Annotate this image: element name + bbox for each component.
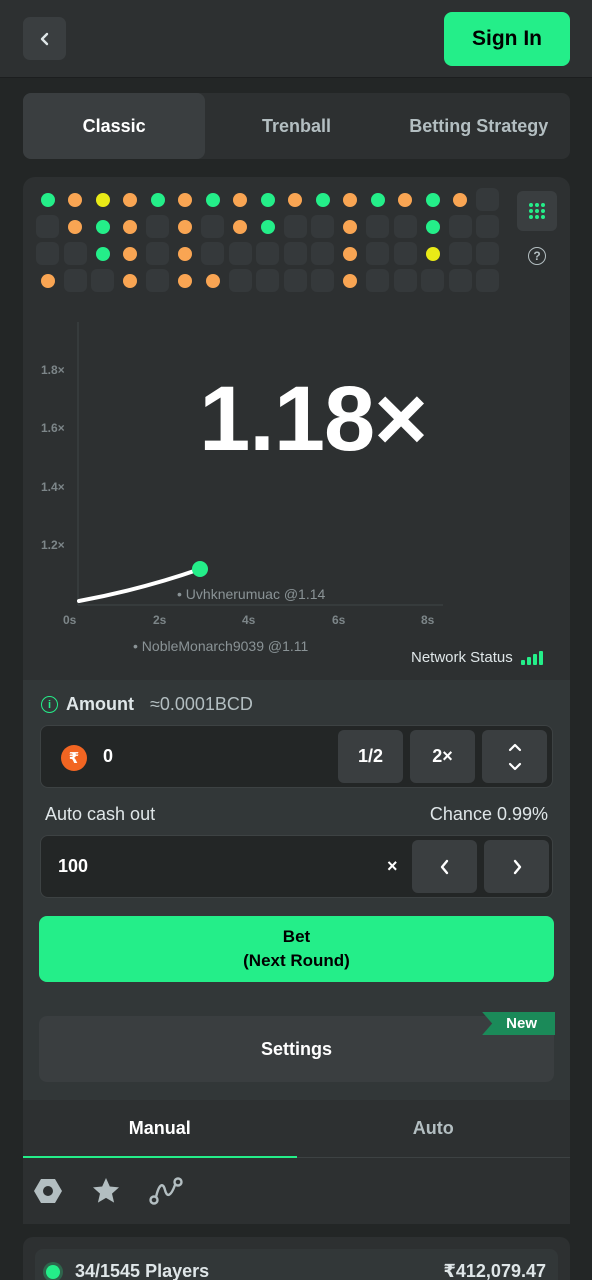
y-tick: 1.8× (41, 363, 65, 377)
hexagon-icon[interactable] (33, 1176, 63, 1206)
info-icon[interactable]: i (41, 696, 58, 713)
decrease-button[interactable] (412, 840, 477, 893)
times-symbol: × (387, 856, 398, 876)
new-badge: New (482, 1012, 555, 1035)
x-tick: 8s (421, 613, 435, 627)
chevron-left-icon (40, 32, 48, 45)
player-cashout-tag: • NobleMonarch9039 @1.11 (133, 638, 309, 654)
double-button[interactable]: 2× (410, 730, 475, 783)
chevron-right-icon (513, 859, 521, 874)
cashout-input[interactable]: 100 (58, 856, 88, 877)
x-tick: 4s (242, 613, 256, 627)
online-dot-icon (46, 1265, 60, 1279)
network-status: Network Status (411, 649, 543, 666)
chevron-left-icon (440, 859, 448, 874)
game-panel: ? 1.8× 1.6× 1.4× 1.2× 0s 2s 4s 6s 8s 1.1… (23, 177, 570, 680)
half-button[interactable]: 1/2 (338, 730, 403, 783)
player-cashout-tag: • Uvhknerumuac @1.14 (177, 586, 326, 602)
chevron-updown-icon (508, 743, 521, 770)
amount-stepper-button[interactable] (482, 730, 547, 783)
bet-button-label: Bet (282, 927, 311, 946)
tab-betting-strategy[interactable]: Betting Strategy (388, 93, 570, 159)
game-tabs: Classic Trenball Betting Strategy (23, 93, 570, 159)
auto-cashout-label: Auto cash out (45, 804, 156, 824)
signal-icon (520, 650, 543, 665)
amount-header: i Amount ≈0.0001BCD (41, 694, 253, 715)
current-multiplier: 1.18× (199, 368, 428, 470)
settings-button[interactable]: Settings New (39, 1012, 555, 1082)
bet-button[interactable]: Bet (Next Round) (39, 916, 554, 982)
increase-button[interactable] (484, 840, 549, 893)
y-tick: 1.4× (41, 480, 65, 494)
x-tick: 0s (63, 613, 77, 627)
star-icon[interactable] (91, 1176, 121, 1206)
players-panel: 34/1545 Players ₹412,079.47 (23, 1237, 570, 1280)
rupee-icon: ₹ (61, 745, 87, 771)
players-total: ₹412,079.47 (443, 1261, 546, 1280)
x-tick: 2s (153, 613, 167, 627)
top-bar: Sign In (0, 0, 592, 78)
tab-trenball[interactable]: Trenball (205, 93, 387, 159)
tab-manual[interactable]: Manual (23, 1100, 297, 1158)
route-icon[interactable] (149, 1176, 183, 1206)
mode-tabs: Manual Auto (23, 1100, 570, 1158)
y-tick: 1.2× (41, 538, 65, 552)
sign-in-button[interactable]: Sign In (444, 12, 570, 66)
cashout-field[interactable]: 100 × (40, 835, 553, 898)
players-count: 34/1545 Players (75, 1261, 210, 1280)
players-summary: 34/1545 Players ₹412,079.47 (35, 1249, 558, 1280)
amount-field[interactable]: ₹ 0 1/2 2× (40, 725, 553, 788)
amount-label: Amount (66, 694, 134, 714)
back-button[interactable] (23, 17, 66, 60)
bet-controls: i Amount ≈0.0001BCD ₹ 0 1/2 2× Auto cash… (23, 680, 570, 1100)
y-tick: 1.6× (41, 421, 65, 435)
amount-input[interactable]: 0 (103, 746, 113, 767)
settings-label: Settings (260, 1038, 332, 1059)
curve-head (192, 561, 208, 577)
bet-button-sublabel: (Next Round) (243, 951, 350, 970)
amount-approx: ≈0.0001BCD (149, 694, 253, 714)
network-status-label: Network Status (411, 649, 513, 666)
tab-auto[interactable]: Auto (297, 1100, 571, 1157)
chance-label: Chance 0.99% (429, 804, 548, 824)
x-tick: 6s (332, 613, 346, 627)
tab-classic[interactable]: Classic (23, 93, 206, 159)
icon-bar (23, 1158, 570, 1224)
